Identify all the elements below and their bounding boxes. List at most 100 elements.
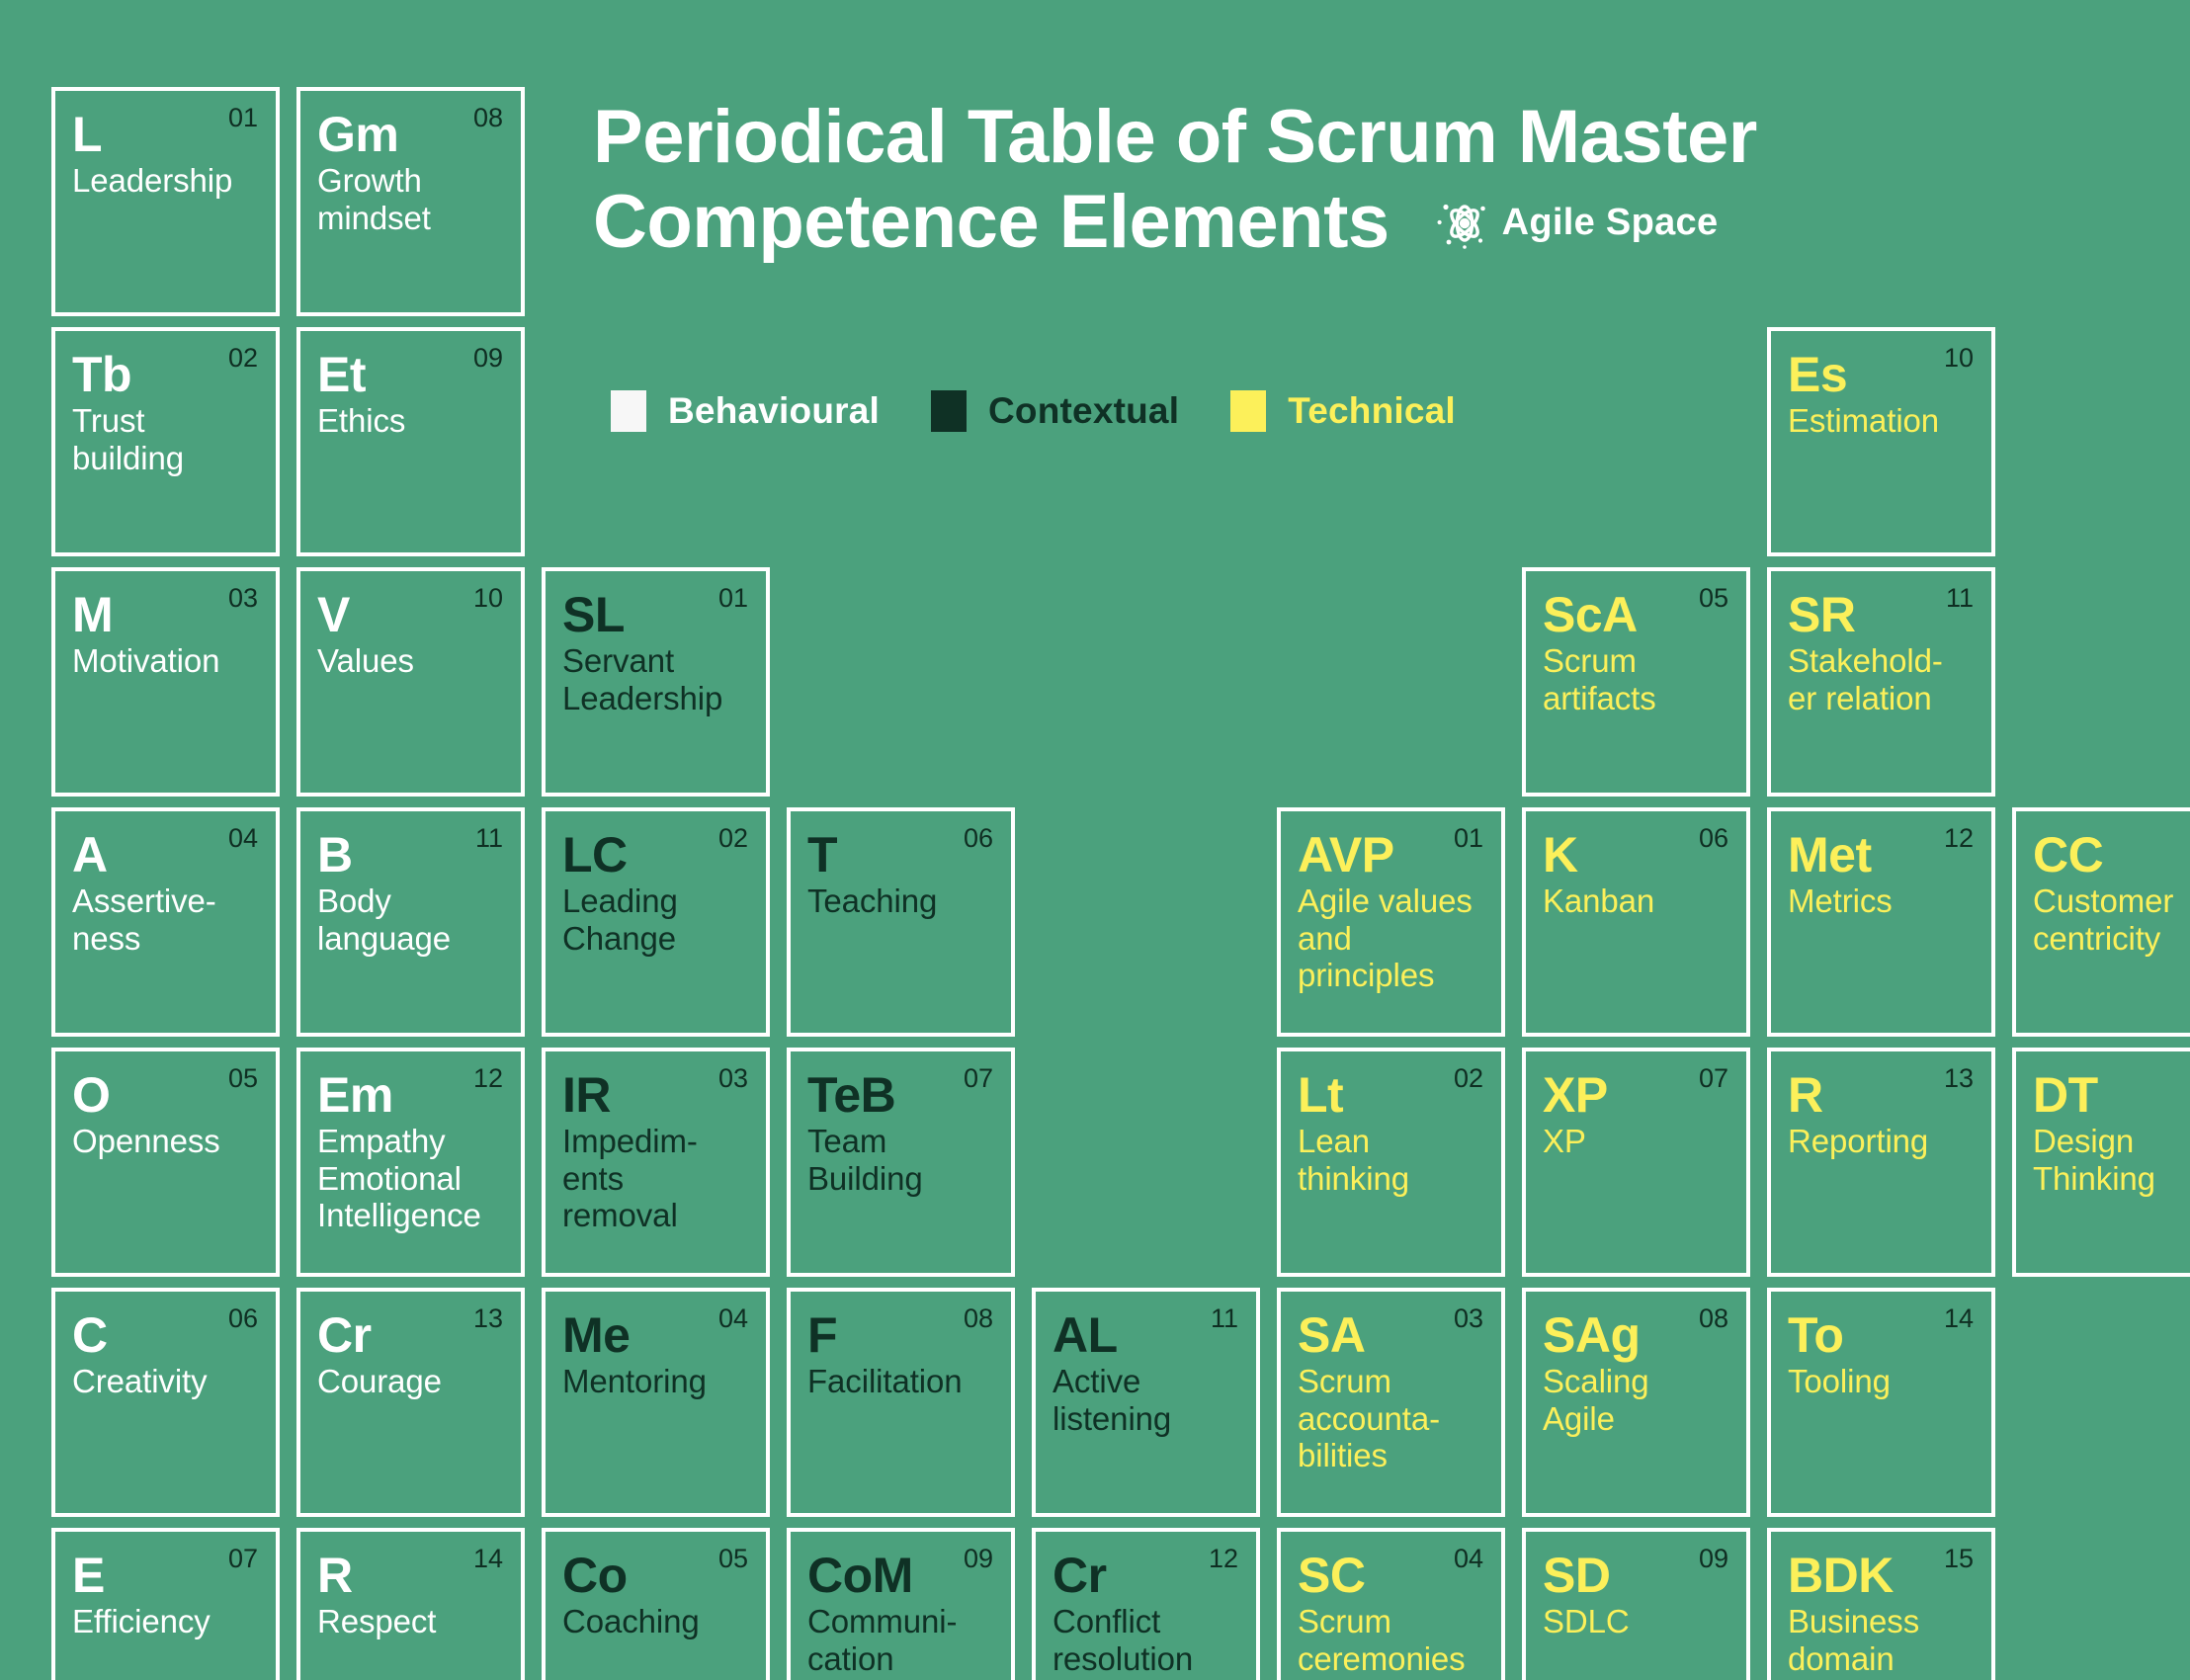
element-name: Courage [317,1363,442,1399]
infographic-canvas: Periodical Table of Scrum Master Compete… [0,0,2190,1680]
element-cell-gm-08[interactable]: 08 Gm Growth mindset [296,87,525,316]
element-cell-sag-08[interactable]: 08 SAg Scaling Agile [1522,1288,1750,1517]
element-cell-t-06[interactable]: 06 T Teaching [787,807,1015,1037]
element-name: Body language [317,882,452,957]
element-cell-es-10[interactable]: 10 Es Estimation [1767,327,1995,556]
element-name: Communi- cation [807,1603,958,1677]
element-name: Design Thinking [2033,1123,2155,1197]
element-name: Ethics [317,402,406,439]
element-cell-sl-01[interactable]: 01 SL Servant Leadership [542,567,770,797]
element-cell-o-05[interactable]: 05 O Openness [51,1048,280,1277]
element-number: 12 [1943,823,1974,853]
element-number: 15 [1943,1544,1974,1573]
element-cell-v-10[interactable]: 10 V Values [296,567,525,797]
element-cell-m-03[interactable]: 03 M Motivation [51,567,280,797]
element-number: 02 [717,823,748,853]
element-name: Team Building [807,1123,923,1197]
element-cell-em-12[interactable]: 12 Em Empathy Emotional Intelligence [296,1048,525,1277]
element-number: 10 [1943,343,1974,373]
element-number: 09 [1698,1544,1728,1573]
element-number: 06 [963,823,993,853]
element-cell-et-09[interactable]: 09 Et Ethics [296,327,525,556]
element-name: Scrum ceremonies [1298,1603,1466,1677]
element-symbol: DT [2033,1067,2098,1123]
element-name: Lean thinking [1298,1123,1409,1197]
element-number: 13 [472,1303,503,1333]
element-cell-l-01[interactable]: 01 L Leadership [51,87,280,316]
element-cell-e-07[interactable]: 07 E Efficiency [51,1528,280,1680]
element-number: 03 [227,583,258,613]
element-name: Motivation [72,642,220,679]
element-name: Values [317,642,414,679]
element-cell-sd-09[interactable]: 09 SD SDLC [1522,1528,1750,1680]
element-cell-al-11[interactable]: 11 AL Active listening [1032,1288,1260,1517]
element-number: 11 [474,823,503,853]
element-cell-xp-07[interactable]: 07 XP XP [1522,1048,1750,1277]
element-name: Facilitation [807,1363,963,1399]
element-cell-c-06[interactable]: 06 C Creativity [51,1288,280,1517]
element-number: 14 [472,1544,503,1573]
element-name: Efficiency [72,1603,211,1639]
element-name: Agile values and principles [1298,882,1473,994]
element-cell-cr-12[interactable]: 12 Cr Conflict resolution [1032,1528,1260,1680]
element-name: Trust building [72,402,184,476]
element-cell-bdk-15[interactable]: 15BDKBusiness domain knowledge [1767,1528,1995,1680]
element-name: Leading Change [562,882,678,957]
element-number: 09 [963,1544,993,1573]
element-cell-me-04[interactable]: 04 Me Mentoring [542,1288,770,1517]
element-cell-cr-13[interactable]: 13 Cr Courage [296,1288,525,1517]
element-number: 05 [1698,583,1728,613]
element-name: Tooling [1788,1363,1891,1399]
element-name: Conflict resolution [1053,1603,1194,1677]
element-cell-r-13[interactable]: 13 R Reporting [1767,1048,1995,1277]
element-cell-avp-01[interactable]: 01 AVP Agile values and principles [1277,807,1505,1037]
element-cell-tb-02[interactable]: 02 Tb Trust building [51,327,280,556]
element-number: 01 [717,583,748,613]
element-number: 01 [227,103,258,132]
element-number: 04 [1453,1544,1483,1573]
periodic-table-grid: 01 L Leadership 08 Gm Growth mindset 02 Tb Trust… [51,87,2190,1680]
element-cell-sc-04[interactable]: 04 SC Scrum ceremonies [1277,1528,1505,1680]
element-number: 11 [1945,583,1974,613]
element-cell-r-14[interactable]: 14 R Respect [296,1528,525,1680]
element-number: 11 [1210,1303,1238,1333]
element-name: Kanban [1543,882,1655,919]
element-name: Assertive- ness [72,882,216,957]
element-cell-sr-11[interactable]: 11 SR Stakehold- er relation [1767,567,1995,797]
element-name: Scrum artifacts [1543,642,1656,716]
element-name: Coaching [562,1603,700,1639]
element-cell-teb-07[interactable]: 07 TeB Team Building [787,1048,1015,1277]
element-number: 01 [1453,823,1483,853]
element-cell-cc-16[interactable]: 16CCCustomer centricity [2012,807,2190,1037]
element-number: 07 [963,1063,993,1093]
element-name: SDLC [1543,1603,1630,1639]
element-cell-com-09[interactable]: 09 CoM Communi- cation [787,1528,1015,1680]
element-name: Openness [72,1123,220,1159]
element-name: Impedim- ents removal [562,1123,698,1234]
element-cell-co-05[interactable]: 05 Co Coaching [542,1528,770,1680]
element-number: 12 [1208,1544,1238,1573]
element-cell-lt-02[interactable]: 02 Lt Lean thinking [1277,1048,1505,1277]
element-name: XP [1543,1123,1586,1159]
element-cell-met-12[interactable]: 12 Met Metrics [1767,807,1995,1037]
element-number: 02 [227,343,258,373]
element-name: Metrics [1788,882,1893,919]
element-cell-b-11[interactable]: 11 B Body language [296,807,525,1037]
element-cell-ir-03[interactable]: 03 IR Impedim- ents removal [542,1048,770,1277]
element-number: 12 [472,1063,503,1093]
element-name: Creativity [72,1363,208,1399]
element-cell-lc-02[interactable]: 02 LC Leading Change [542,807,770,1037]
element-name: Growth mindset [317,162,431,236]
element-cell-sca-05[interactable]: 05 ScA Scrum artifacts [1522,567,1750,797]
element-cell-f-08[interactable]: 08 F Facilitation [787,1288,1015,1517]
element-cell-k-06[interactable]: 06 K Kanban [1522,807,1750,1037]
element-name: Active listening [1053,1363,1172,1437]
element-cell-to-14[interactable]: 14 To Tooling [1767,1288,1995,1517]
element-number: 09 [472,343,503,373]
element-number: 10 [472,583,503,613]
element-cell-a-04[interactable]: 04 A Assertive- ness [51,807,280,1037]
element-name: Scaling Agile [1543,1363,1649,1437]
element-number: 04 [227,823,258,853]
element-cell-sa-03[interactable]: 03 SA Scrum accounta- bilities [1277,1288,1505,1517]
element-cell-dt-17[interactable]: 17DTDesign Thinking [2012,1048,2190,1277]
